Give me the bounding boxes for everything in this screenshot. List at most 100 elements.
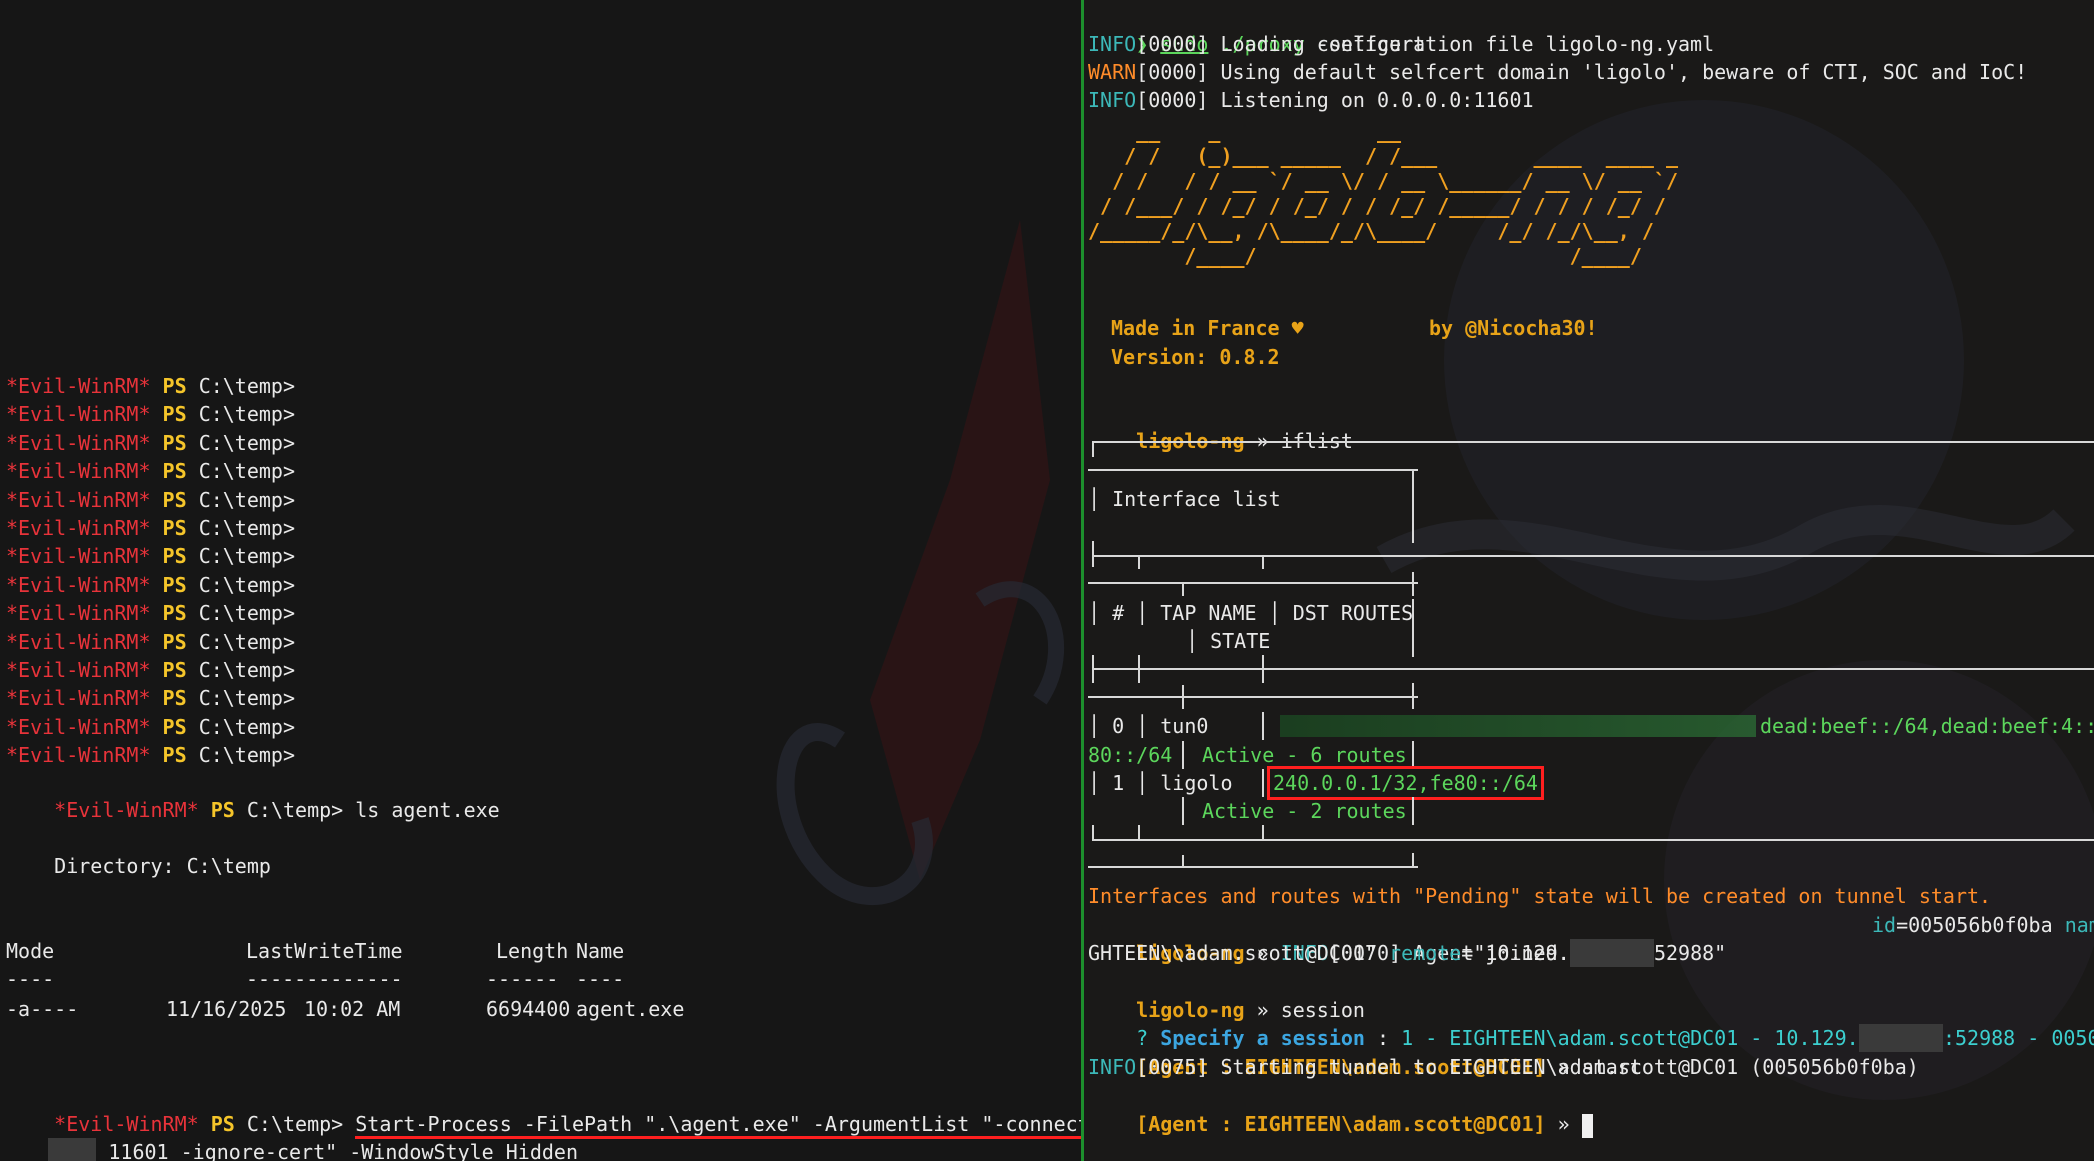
table-rule xyxy=(1412,599,1414,657)
log-text: [0000] Loading configuration file ligolo… xyxy=(1136,32,1715,56)
table-title: │ Interface list xyxy=(1088,487,1281,511)
table-header-length: Length xyxy=(496,939,569,963)
table-header-lastwritetime: LastWriteTime xyxy=(246,939,403,963)
ligolo-terminal-pane[interactable]: ❯ sudo ./proxy -selfcert INFO[0000] Load… xyxy=(1084,0,2094,1161)
table-row-length: 6694400 xyxy=(486,997,571,1021)
prompt-path: C:\temp> xyxy=(198,601,296,626)
prompt-line-current[interactable]: *Evil-WinRM* PS C:\temp> xyxy=(6,1138,343,1161)
table-dashes-lastwritetime: ------------- xyxy=(246,967,403,991)
row-num: 1 xyxy=(1112,771,1125,795)
start-process-wrap-line: xxx. 11601 -ignore-cert" -WindowStyle Hi… xyxy=(0,1110,578,1161)
prompt-path: C:\temp> xyxy=(198,459,296,484)
banner-line-3: / / / / __ `/ __ \/ / __ \______/ __ \/ … xyxy=(1088,169,1679,193)
table-rule xyxy=(1092,441,1094,457)
table-rule xyxy=(1092,555,2094,557)
col-tap: TAP NAME xyxy=(1160,601,1257,625)
evil-winrm-terminal-pane[interactable]: *Evil-WinRM* PS C:\temp> *Evil-WinRM* PS … xyxy=(0,0,1081,1161)
pending-note: Interfaces and routes with "Pending" sta… xyxy=(1088,884,1992,908)
prompt-line: *Evil-WinRM* PS C:\temp> xyxy=(6,400,295,428)
session-select-line[interactable]: ? Specify a session : 1 - EIGHTEEN\adam.… xyxy=(1088,996,2094,1052)
prompt-line: *Evil-WinRM* PS C:\temp> xyxy=(6,372,295,400)
table-rule xyxy=(1412,797,1414,825)
ps-label: PS xyxy=(162,743,187,768)
text-cursor[interactable] xyxy=(1581,1113,1593,1138)
table-rule xyxy=(1412,483,1414,543)
log-level: WARN xyxy=(1088,60,1137,84)
table-rule xyxy=(1088,469,1418,471)
prompt-path: C:\temp> xyxy=(198,572,296,597)
ps-label: PS xyxy=(210,798,235,822)
prompt-path: C:\temp> xyxy=(198,686,296,711)
prompt-line: *Evil-WinRM* PS C:\temp> xyxy=(6,429,295,457)
table-row-ligolo: │ 1 │ ligolo xyxy=(1088,771,1233,795)
prompt-line: *Evil-WinRM* PS C:\temp> xyxy=(6,457,295,485)
evil-winrm-prefix: *Evil-WinRM* xyxy=(6,629,151,654)
prompt-line: *Evil-WinRM* PS C:\temp> xyxy=(6,684,295,712)
table-row-date: 11/16/2025 xyxy=(166,997,287,1021)
evil-winrm-prefix: *Evil-WinRM* xyxy=(6,459,151,484)
log-text: [0000] Using default selfcert domain 'li… xyxy=(1136,60,2028,84)
row-num: 0 xyxy=(1112,714,1125,738)
remote-port: 52988" xyxy=(1653,941,1727,965)
route-b: fe80::/64 xyxy=(1429,771,1538,795)
evil-winrm-prefix: *Evil-WinRM* xyxy=(6,430,151,455)
ps-label: PS xyxy=(162,459,187,484)
ps-label: PS xyxy=(162,516,187,540)
evil-winrm-prefix: *Evil-WinRM* xyxy=(54,798,199,822)
table-rule xyxy=(1412,469,1414,483)
prompt-path: C:\temp> xyxy=(198,658,296,682)
ps-label: PS xyxy=(162,430,187,455)
redacted-routes-bar xyxy=(1280,715,1756,737)
tunnel-log-line: INFO[0075] Starting tunnel to EIGHTEEN\a… xyxy=(1088,1053,1919,1081)
evil-winrm-prefix: *Evil-WinRM* xyxy=(6,572,151,597)
table-rule xyxy=(1182,582,1184,596)
table-rule xyxy=(1088,866,1418,868)
evil-winrm-prefix: *Evil-WinRM* xyxy=(6,374,151,398)
ps-label: PS xyxy=(162,572,187,597)
agent-prompt-current[interactable]: [Agent : EIGHTEEN\adam.scott@DC01] » xyxy=(1088,1082,1593,1138)
log-level: INFO xyxy=(1088,88,1137,112)
prompt-line: *Evil-WinRM* PS C:\temp> xyxy=(6,656,295,684)
remote-key: remote xyxy=(1389,941,1462,965)
banner-line-4: / /___/ / /_/ / /_/ / / /_/ /_____/ / / … xyxy=(1088,194,1666,218)
table-rule xyxy=(1092,668,2094,670)
table-rule xyxy=(1092,541,1094,567)
log-text: [0000] Listening on 0.0.0.0:11601 xyxy=(1136,88,1534,112)
table-header-mode: Mode xyxy=(6,939,55,963)
prompt-line: *Evil-WinRM* PS C:\temp> xyxy=(6,741,295,769)
ps-label: PS xyxy=(162,658,187,682)
table-rule xyxy=(1182,797,1184,825)
evil-winrm-prefix: *Evil-WinRM* xyxy=(6,487,151,512)
prompt-line-start-process: *Evil-WinRM* PS C:\temp> Start-Process -… xyxy=(6,1082,1081,1139)
col-state: STATE xyxy=(1210,629,1271,653)
col-dst: DST ROUTES xyxy=(1292,601,1414,625)
tun0-state: Active - 6 routes xyxy=(1202,743,1407,767)
log-level: INFO xyxy=(1088,32,1137,56)
table-row-mode: -a---- xyxy=(6,997,79,1021)
row-tap: ligolo xyxy=(1160,771,1233,795)
table-rule xyxy=(1138,555,1140,569)
prompt-line: *Evil-WinRM* PS C:\temp> xyxy=(6,542,295,570)
prompt-path: C:\temp> xyxy=(198,714,296,739)
redacted-ip-segment: xxxxxxx xyxy=(1569,939,1654,967)
table-title-text: Interface list xyxy=(1112,487,1281,511)
evil-winrm-prefix: *Evil-WinRM* xyxy=(6,601,151,626)
prompt-line: *Evil-WinRM* PS C:\temp> xyxy=(6,599,295,627)
background-emblem-art xyxy=(776,220,1064,906)
prompt-line: *Evil-WinRM* PS C:\temp> xyxy=(6,571,295,599)
evil-winrm-prefix: *Evil-WinRM* xyxy=(6,544,151,569)
table-rule xyxy=(1182,855,1184,867)
prompt-line-ls: *Evil-WinRM* PS C:\temp> ls agent.exe xyxy=(6,768,500,822)
table-header-row: │ # │ TAP NAME │ DST ROUTES xyxy=(1088,601,1414,625)
id-key: id xyxy=(1872,913,1897,937)
evil-winrm-prefix: *Evil-WinRM* xyxy=(6,714,151,739)
evil-winrm-prefix: *Evil-WinRM* xyxy=(6,686,151,711)
table-rule xyxy=(1092,441,2094,443)
iflist-command-line: ligolo-ng » iflist xyxy=(1088,399,1353,453)
table-rule xyxy=(1088,696,1418,698)
made-in-france: Made in France ♥ xyxy=(1111,316,1304,340)
banner-line-5: /_____/_/\__, /\____/_/\____/ /_/ /_/\__… xyxy=(1088,219,1654,243)
log-level: INFO xyxy=(1088,1055,1137,1079)
prompt-path: C:\temp> xyxy=(198,743,296,768)
author-credit: by @Nicocha30! xyxy=(1429,316,1598,340)
